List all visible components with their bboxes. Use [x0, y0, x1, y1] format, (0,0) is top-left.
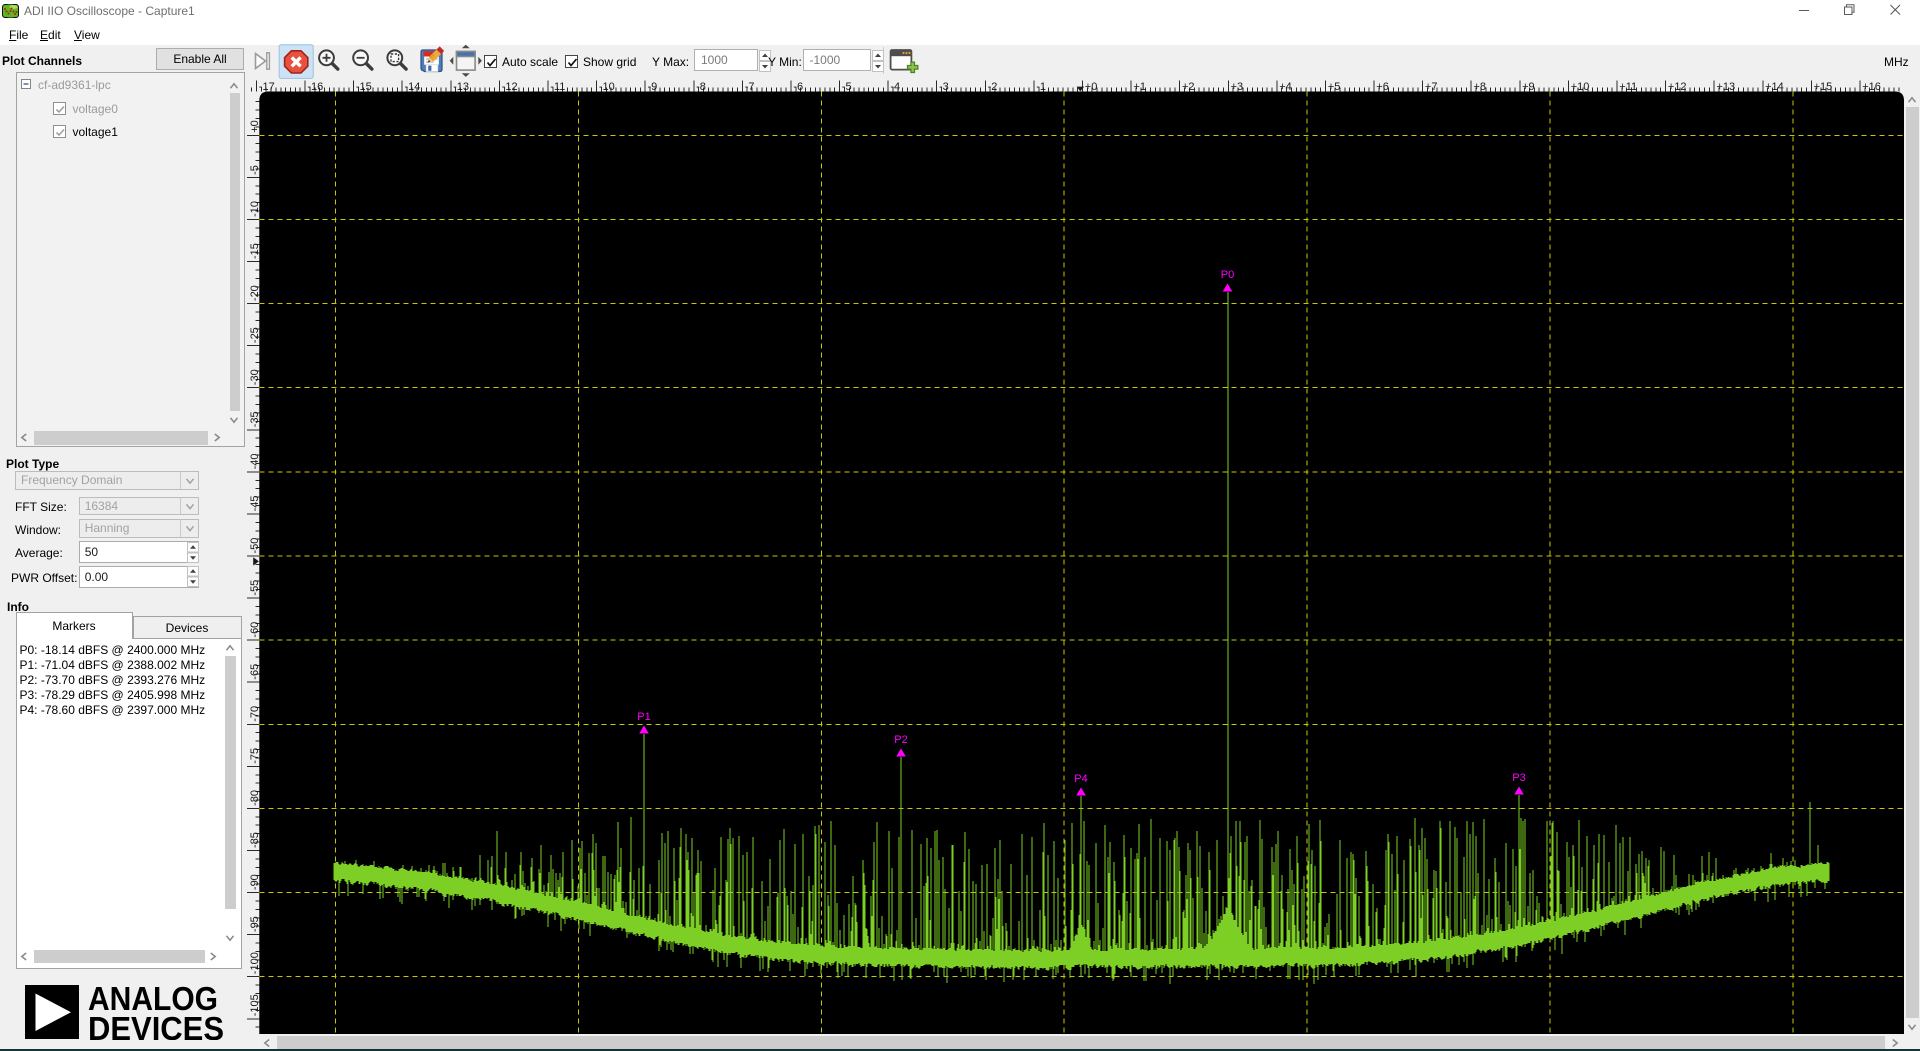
svg-text:-6: -6 — [793, 81, 803, 93]
svg-text:-105: -105 — [249, 994, 261, 1016]
svg-text:+1: +1 — [1133, 81, 1146, 93]
svg-text:+11: +11 — [1619, 81, 1637, 93]
svg-text:P0: P0 — [1221, 269, 1234, 281]
svg-text:-30: -30 — [249, 369, 261, 385]
svg-text:-9: -9 — [648, 81, 658, 93]
svg-text:+3: +3 — [1231, 81, 1244, 93]
svg-text:-13: -13 — [453, 81, 469, 93]
svg-text:+4: +4 — [1279, 81, 1292, 93]
svg-text:-95: -95 — [249, 916, 261, 932]
svg-text:-100: -100 — [249, 952, 261, 974]
svg-text:-50: -50 — [249, 538, 261, 554]
svg-text:-85: -85 — [249, 832, 261, 848]
svg-text:P2: P2 — [894, 734, 907, 746]
svg-text:-14: -14 — [405, 81, 421, 93]
svg-text:+12: +12 — [1668, 81, 1687, 93]
svg-text:-7: -7 — [745, 81, 755, 93]
svg-text:+7: +7 — [1425, 81, 1438, 93]
svg-text:-65: -65 — [249, 664, 261, 680]
svg-text:-4: -4 — [890, 81, 900, 93]
svg-text:P3: P3 — [1512, 772, 1525, 784]
svg-text:P4: P4 — [1074, 773, 1087, 785]
svg-text:-12: -12 — [502, 81, 518, 93]
svg-text:-75: -75 — [249, 748, 261, 764]
svg-text:+9: +9 — [1522, 81, 1535, 93]
svg-text:+0: +0 — [1085, 81, 1098, 93]
svg-text:-90: -90 — [249, 874, 261, 890]
svg-text:+16: +16 — [1862, 81, 1881, 93]
svg-text:-40: -40 — [249, 453, 261, 469]
svg-text:-55: -55 — [249, 580, 261, 596]
svg-text:+8: +8 — [1474, 81, 1487, 93]
svg-text:-15: -15 — [249, 243, 261, 259]
svg-text:P1: P1 — [637, 711, 650, 723]
svg-text:-3: -3 — [939, 81, 949, 93]
svg-text:-2: -2 — [988, 81, 998, 93]
svg-text:-10: -10 — [249, 201, 261, 217]
svg-text:-35: -35 — [249, 411, 261, 427]
svg-text:+15: +15 — [1814, 81, 1833, 93]
svg-text:-8: -8 — [696, 81, 706, 93]
svg-text:-1: -1 — [1036, 81, 1046, 93]
svg-text:-16: -16 — [307, 81, 323, 93]
svg-text:-20: -20 — [249, 285, 261, 301]
svg-text:+6: +6 — [1376, 81, 1389, 93]
svg-text:DEVICES: DEVICES — [88, 1010, 224, 1040]
svg-text:-5: -5 — [249, 165, 261, 175]
svg-text:-45: -45 — [249, 495, 261, 511]
svg-text:-60: -60 — [249, 622, 261, 638]
svg-text:+2: +2 — [1182, 81, 1195, 93]
svg-text:-70: -70 — [249, 706, 261, 722]
svg-text:-17: -17 — [259, 81, 275, 93]
svg-text:-5: -5 — [842, 81, 852, 93]
svg-text:-11: -11 — [550, 81, 565, 93]
svg-text:-10: -10 — [599, 81, 615, 93]
svg-text:+14: +14 — [1765, 81, 1784, 93]
svg-text:+0: +0 — [249, 120, 261, 133]
svg-text:-25: -25 — [249, 327, 261, 343]
svg-text:-80: -80 — [249, 790, 261, 806]
svg-text:-15: -15 — [356, 81, 372, 93]
svg-text:+5: +5 — [1328, 81, 1341, 93]
svg-text:+13: +13 — [1717, 81, 1736, 93]
svg-text:+10: +10 — [1571, 81, 1590, 93]
